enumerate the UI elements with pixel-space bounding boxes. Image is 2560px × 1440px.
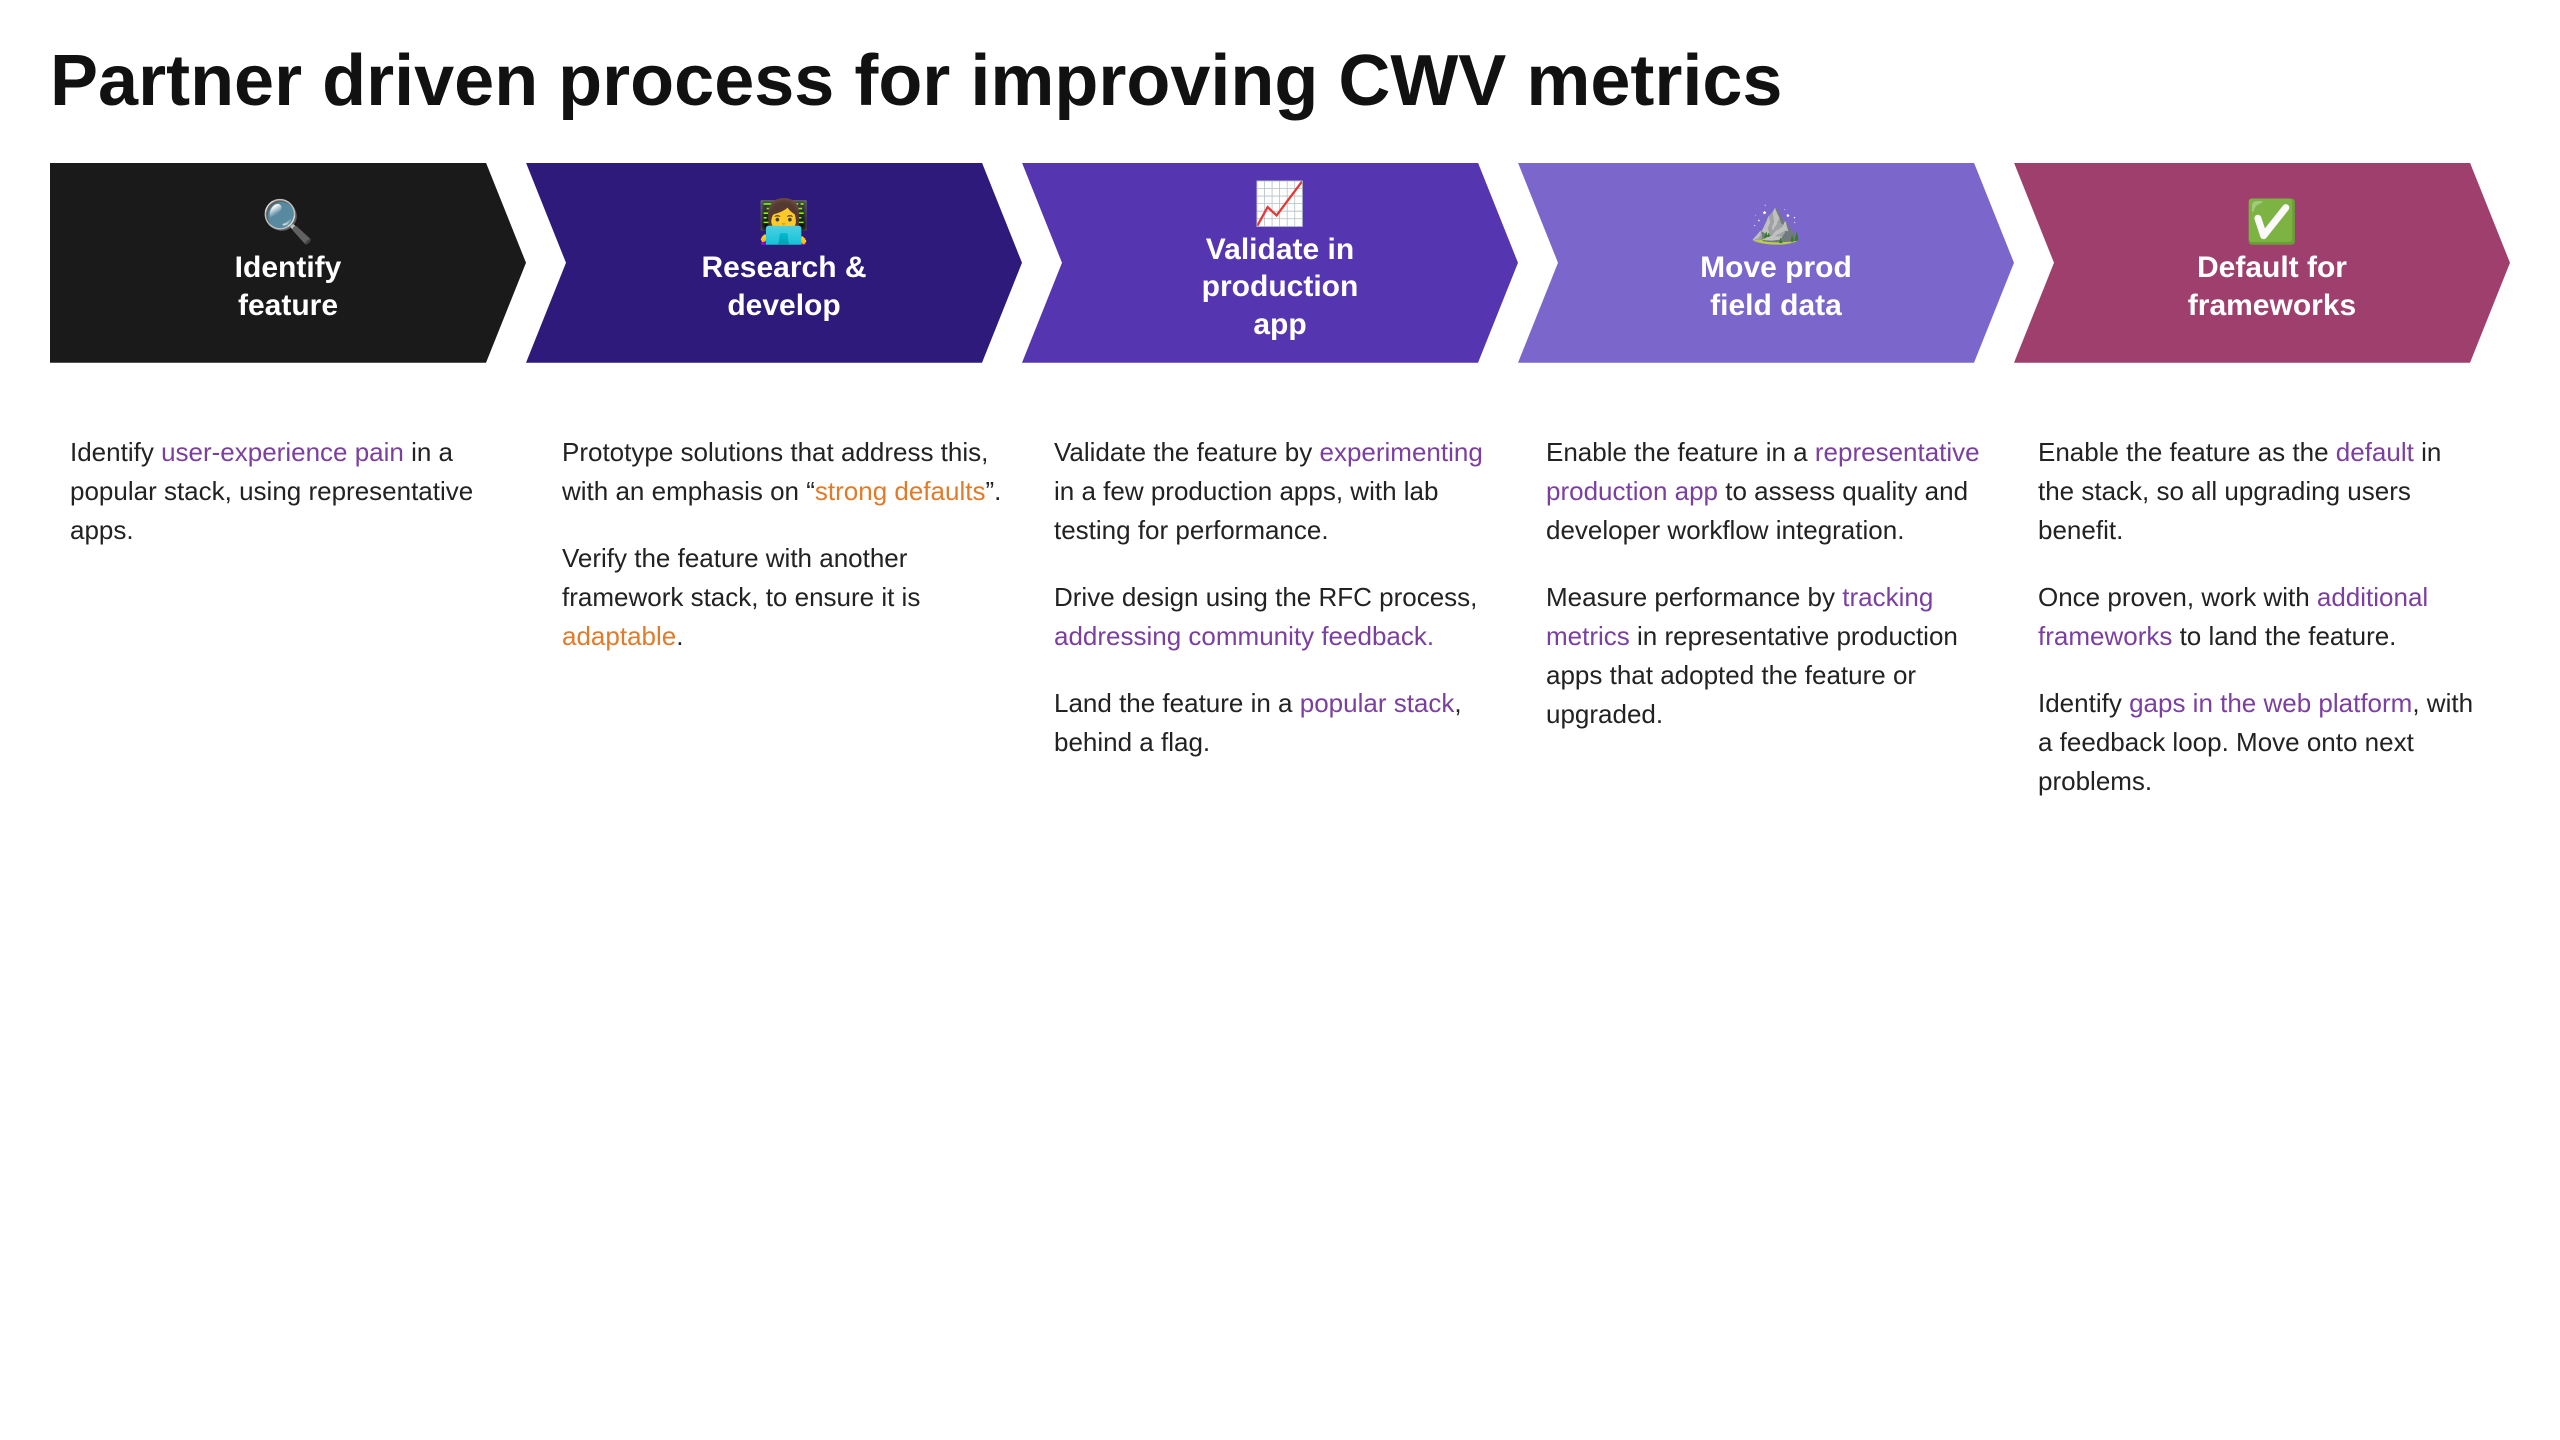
- step-validate: 📈 Validate in production app: [1022, 163, 1518, 363]
- step-icon-move: ⛰️: [1750, 201, 1802, 243]
- content-col-2: Validate the feature by experimenting in…: [1034, 413, 1526, 782]
- paragraph-2-1: Drive design using the RFC process, addr…: [1054, 578, 1496, 656]
- link-text: adaptable: [562, 621, 676, 651]
- step-icon-validate: 📈: [1254, 183, 1306, 225]
- link-text: popular stack: [1300, 688, 1455, 718]
- link-text: tracking metrics: [1546, 582, 1933, 651]
- link-text: gaps in the web platform: [2129, 688, 2412, 718]
- paragraph-4-1: Once proven, work with additional framew…: [2038, 578, 2480, 656]
- paragraph-4-0: Enable the feature as the default in the…: [2038, 433, 2480, 550]
- link-text: default: [2336, 437, 2414, 467]
- step-research: 👩‍💻 Research & develop: [526, 163, 1022, 363]
- content-col-3: Enable the feature in a representative p…: [1526, 413, 2018, 754]
- step-label-move: Move prod field data: [1700, 249, 1852, 324]
- step-default: ✅ Default for frameworks: [2014, 163, 2510, 363]
- paragraph-1-1: Verify the feature with another framewor…: [562, 539, 1004, 656]
- step-identify: 🔍 Identify feature: [50, 163, 526, 363]
- step-move: ⛰️ Move prod field data: [1518, 163, 2014, 363]
- link-text: addressing community feedback.: [1054, 621, 1434, 651]
- step-label-default: Default for frameworks: [2188, 249, 2356, 324]
- step-icon-default: ✅: [2246, 201, 2298, 243]
- paragraph-2-0: Validate the feature by experimenting in…: [1054, 433, 1496, 550]
- content-columns: Identify user-experience pain in a popul…: [50, 413, 2510, 821]
- link-text: experimenting: [1319, 437, 1482, 467]
- paragraph-3-1: Measure performance by tracking metrics …: [1546, 578, 1988, 734]
- page-title: Partner driven process for improving CWV…: [50, 40, 2510, 123]
- link-text: strong defaults: [815, 476, 986, 506]
- content-col-4: Enable the feature as the default in the…: [2018, 413, 2510, 821]
- process-steps: 🔍 Identify feature 👩‍💻 Research & develop 📈 V…: [50, 163, 2510, 363]
- paragraph-3-0: Enable the feature in a representative p…: [1546, 433, 1988, 550]
- step-label-identify: Identify feature: [235, 249, 342, 324]
- link-text: user-experience pain: [161, 437, 404, 467]
- paragraph-0-0: Identify user-experience pain in a popul…: [70, 433, 512, 550]
- link-text: representative production app: [1546, 437, 1980, 506]
- content-col-0: Identify user-experience pain in a popul…: [50, 413, 542, 570]
- paragraph-1-0: Prototype solutions that address this, w…: [562, 433, 1004, 511]
- content-col-1: Prototype solutions that address this, w…: [542, 413, 1034, 676]
- paragraph-2-2: Land the feature in a popular stack, beh…: [1054, 684, 1496, 762]
- paragraph-4-2: Identify gaps in the web platform, with …: [2038, 684, 2480, 801]
- step-icon-identify: 🔍: [262, 201, 314, 243]
- link-text: additional frameworks: [2038, 582, 2428, 651]
- step-label-research: Research & develop: [701, 249, 866, 324]
- step-label-validate: Validate in production app: [1202, 231, 1359, 344]
- step-icon-research: 👩‍💻: [758, 201, 810, 243]
